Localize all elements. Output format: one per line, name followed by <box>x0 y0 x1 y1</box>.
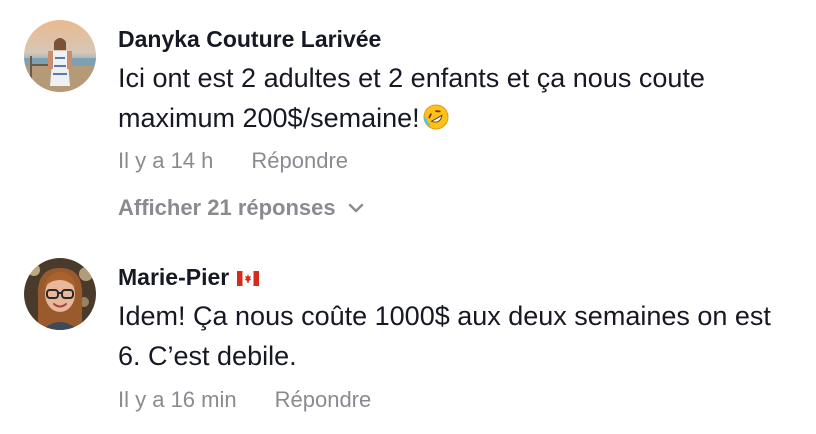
avatar-photo-portrait <box>24 258 96 330</box>
rolling-on-floor-laughing-emoji <box>423 104 449 130</box>
comment-username[interactable]: Danyka Couture Larivée <box>118 26 381 53</box>
avatar[interactable] <box>24 258 96 330</box>
avatar[interactable] <box>24 20 96 92</box>
username-text: Marie-Pier <box>118 264 230 290</box>
timestamp: Il y a 16 min <box>118 387 237 412</box>
avatar-photo-beach <box>24 20 96 92</box>
view-replies-label: Afficher 21 réponses <box>118 195 336 220</box>
comment-2: Marie-Pier Idem! Ça nous coûte 1000$ aux… <box>0 240 816 434</box>
chevron-down-icon <box>348 203 363 213</box>
reply-button[interactable]: Répondre <box>275 387 372 413</box>
comment-text-content: Ici ont est 2 adultes et 2 enfants et ça… <box>118 63 705 133</box>
reply-button[interactable]: Répondre <box>251 148 348 174</box>
comment-1: Danyka Couture Larivée Ici ont est 2 adu… <box>0 0 816 240</box>
comment-username[interactable]: Marie-Pier <box>118 264 260 291</box>
comment-text: Idem! Ça nous coûte 1000$ aux deux semai… <box>118 296 798 376</box>
timestamp: Il y a 14 h <box>118 148 214 173</box>
canada-flag-icon <box>237 271 260 286</box>
username-text: Danyka Couture Larivée <box>118 26 382 52</box>
comment-meta: Il y a 16 min Répondre <box>118 387 371 413</box>
comment-meta: Il y a 14 h Répondre <box>118 148 348 174</box>
comment-text-content: Idem! Ça nous coûte 1000$ aux deux semai… <box>118 301 771 371</box>
comment-text: Ici ont est 2 adultes et 2 enfants et ça… <box>118 58 798 138</box>
view-replies-button[interactable]: Afficher 21 réponses <box>118 195 364 221</box>
